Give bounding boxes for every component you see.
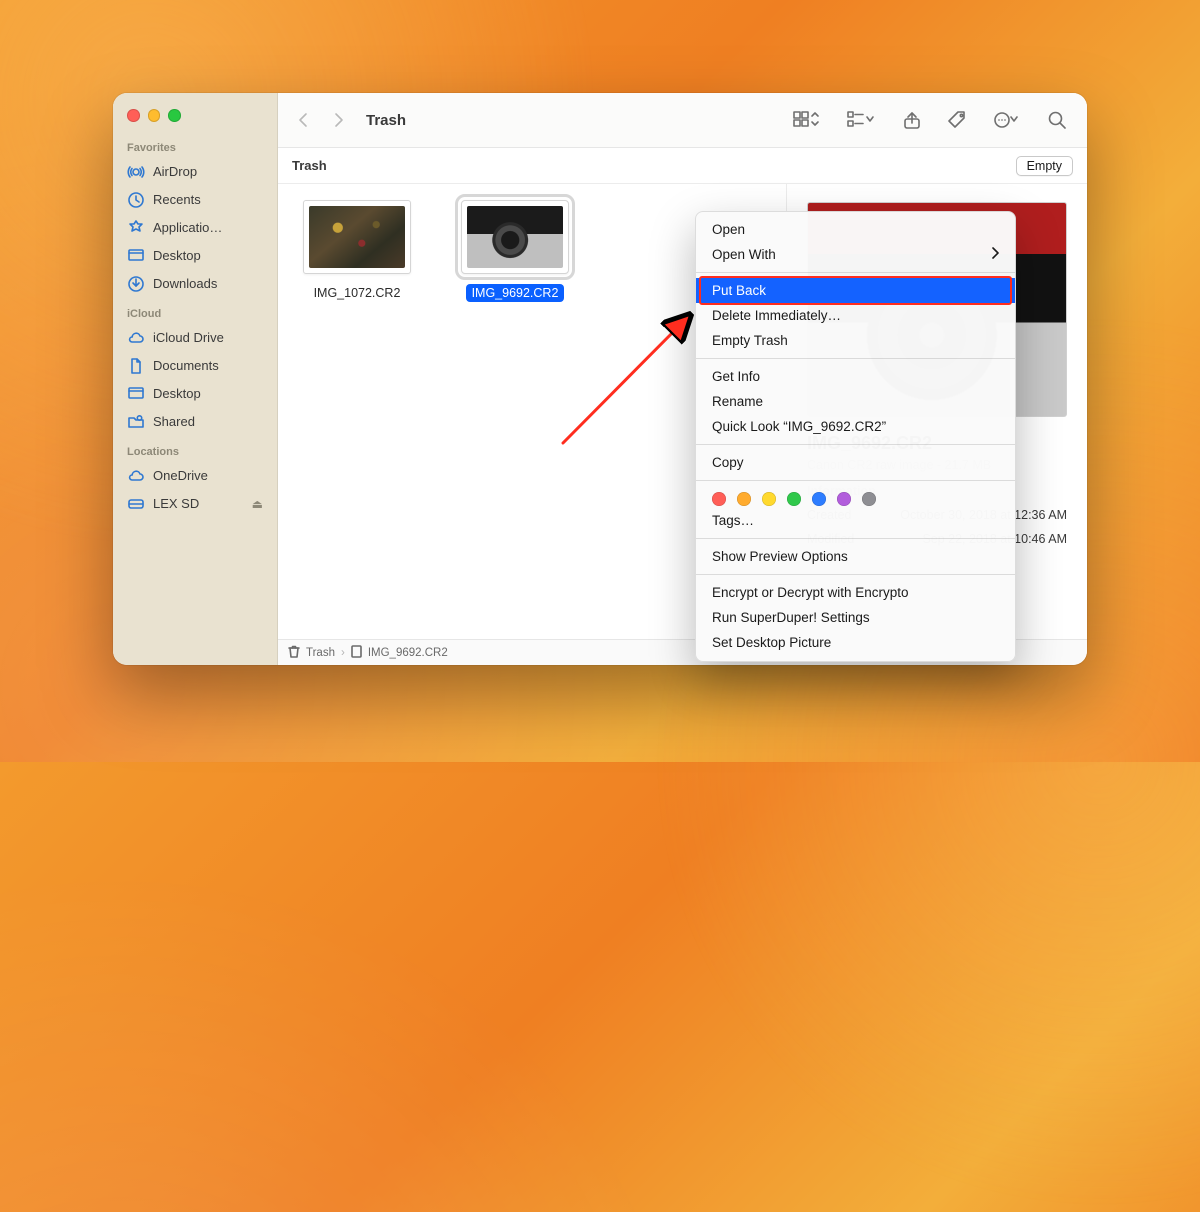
ctx-encrypt[interactable]: Encrypt or Decrypt with Encrypto — [696, 580, 1015, 605]
group-by-button[interactable] — [841, 106, 883, 134]
sidebar-item-desktop[interactable]: Desktop — [113, 242, 277, 270]
tag-color-swatch[interactable] — [787, 492, 801, 506]
airdrop-icon — [127, 163, 145, 181]
ctx-delete-immediately[interactable]: Delete Immediately… — [696, 303, 1015, 328]
ctx-superduper[interactable]: Run SuperDuper! Settings — [696, 605, 1015, 630]
ctx-get-info[interactable]: Get Info — [696, 364, 1015, 389]
toolbar: Trash — [278, 93, 1087, 148]
sidebar-item-label: OneDrive — [153, 468, 263, 483]
cloud-icon — [127, 329, 145, 347]
main-pane: Trash — [278, 93, 1087, 665]
ctx-set-desktop[interactable]: Set Desktop Picture — [696, 630, 1015, 655]
tag-color-swatch[interactable] — [762, 492, 776, 506]
context-menu: Open Open With Put Back Delete Immediate… — [695, 211, 1016, 662]
clock-icon — [127, 191, 145, 209]
file-icon — [351, 645, 362, 661]
sidebar-item-desktop[interactable]: Desktop — [113, 380, 277, 408]
search-button[interactable] — [1041, 106, 1073, 134]
ctx-quick-look[interactable]: Quick Look “IMG_9692.CR2” — [696, 414, 1015, 439]
close-window-button[interactable] — [127, 109, 140, 122]
sidebar-item-onedrive[interactable]: OneDrive — [113, 462, 277, 490]
share-button[interactable] — [897, 106, 927, 134]
sidebar-item-airdrop[interactable]: AirDrop — [113, 158, 277, 186]
tag-color-swatch[interactable] — [837, 492, 851, 506]
sidebar-item-lex-sd[interactable]: LEX SD ⏏ — [113, 490, 277, 518]
path-segment[interactable]: Trash — [306, 647, 335, 659]
sidebar-item-label: Desktop — [153, 386, 263, 401]
sidebar-item-label: Documents — [153, 358, 263, 373]
file-name-label: IMG_9692.CR2 — [466, 284, 565, 302]
sidebar-item-icloud-drive[interactable]: iCloud Drive — [113, 324, 277, 352]
sidebar-item-label: Downloads — [153, 276, 263, 291]
file-thumbnail[interactable] — [303, 200, 411, 274]
path-segment[interactable]: IMG_9692.CR2 — [368, 647, 448, 659]
tag-color-swatch[interactable] — [712, 492, 726, 506]
ctx-tags[interactable]: Tags… — [696, 508, 1015, 533]
sidebar-item-label: AirDrop — [153, 164, 263, 179]
empty-trash-button[interactable]: Empty — [1016, 156, 1073, 176]
apps-icon — [127, 219, 145, 237]
trash-icon — [288, 645, 300, 661]
location-bar: Trash Empty — [278, 148, 1087, 184]
sidebar-heading: Locations — [113, 436, 277, 462]
download-icon — [127, 275, 145, 293]
sidebar-item-label: Shared — [153, 414, 263, 429]
ctx-tag-colors — [696, 486, 1015, 508]
sidebar-item-downloads[interactable]: Downloads — [113, 270, 277, 298]
path-separator-icon: › — [341, 647, 345, 659]
sidebar-heading: iCloud — [113, 298, 277, 324]
window-title: Trash — [366, 112, 406, 129]
file-thumbnail[interactable] — [461, 200, 569, 274]
disk-icon — [127, 495, 145, 513]
file-item[interactable]: IMG_1072.CR2 — [292, 200, 422, 302]
ctx-show-preview-options[interactable]: Show Preview Options — [696, 544, 1015, 569]
nav-back-button[interactable] — [292, 106, 314, 134]
file-name-label: IMG_1072.CR2 — [308, 284, 407, 302]
location-label: Trash — [292, 158, 327, 173]
sidebar-item-shared[interactable]: Shared — [113, 408, 277, 436]
file-item[interactable]: IMG_9692.CR2 — [450, 200, 580, 302]
folder-icon — [127, 413, 145, 431]
sidebar-item-applicatio[interactable]: Applicatio… — [113, 214, 277, 242]
window-controls — [113, 103, 277, 132]
tag-color-swatch[interactable] — [812, 492, 826, 506]
ctx-open[interactable]: Open — [696, 217, 1015, 242]
sidebar-item-label: LEX SD — [153, 496, 244, 511]
sidebar-item-label: Recents — [153, 192, 263, 207]
tags-button[interactable] — [941, 106, 973, 134]
tag-color-swatch[interactable] — [737, 492, 751, 506]
more-actions-button[interactable] — [987, 106, 1027, 134]
document-icon — [127, 357, 145, 375]
desktop-icon — [127, 247, 145, 265]
zoom-window-button[interactable] — [168, 109, 181, 122]
minimize-window-button[interactable] — [148, 109, 161, 122]
ctx-open-with[interactable]: Open With — [696, 242, 1015, 267]
cloud-icon — [127, 467, 145, 485]
nav-forward-button[interactable] — [328, 106, 350, 134]
sidebar-item-label: Desktop — [153, 248, 263, 263]
ctx-rename[interactable]: Rename — [696, 389, 1015, 414]
ctx-copy[interactable]: Copy — [696, 450, 1015, 475]
eject-icon[interactable]: ⏏ — [252, 497, 263, 511]
desktop-icon — [127, 385, 145, 403]
sidebar-heading: Favorites — [113, 132, 277, 158]
chevron-right-icon — [991, 247, 999, 262]
sidebar-item-documents[interactable]: Documents — [113, 352, 277, 380]
ctx-empty-trash[interactable]: Empty Trash — [696, 328, 1015, 353]
sidebar-item-label: Applicatio… — [153, 220, 263, 235]
tag-color-swatch[interactable] — [862, 492, 876, 506]
sidebar-item-recents[interactable]: Recents — [113, 186, 277, 214]
view-mode-button[interactable] — [787, 106, 827, 134]
ctx-put-back[interactable]: Put Back — [696, 278, 1015, 303]
sidebar-item-label: iCloud Drive — [153, 330, 263, 345]
sidebar: Favorites AirDrop Recents Applicatio… Deskto… — [113, 93, 278, 665]
finder-window: Favorites AirDrop Recents Applicatio… Deskto… — [113, 93, 1087, 665]
